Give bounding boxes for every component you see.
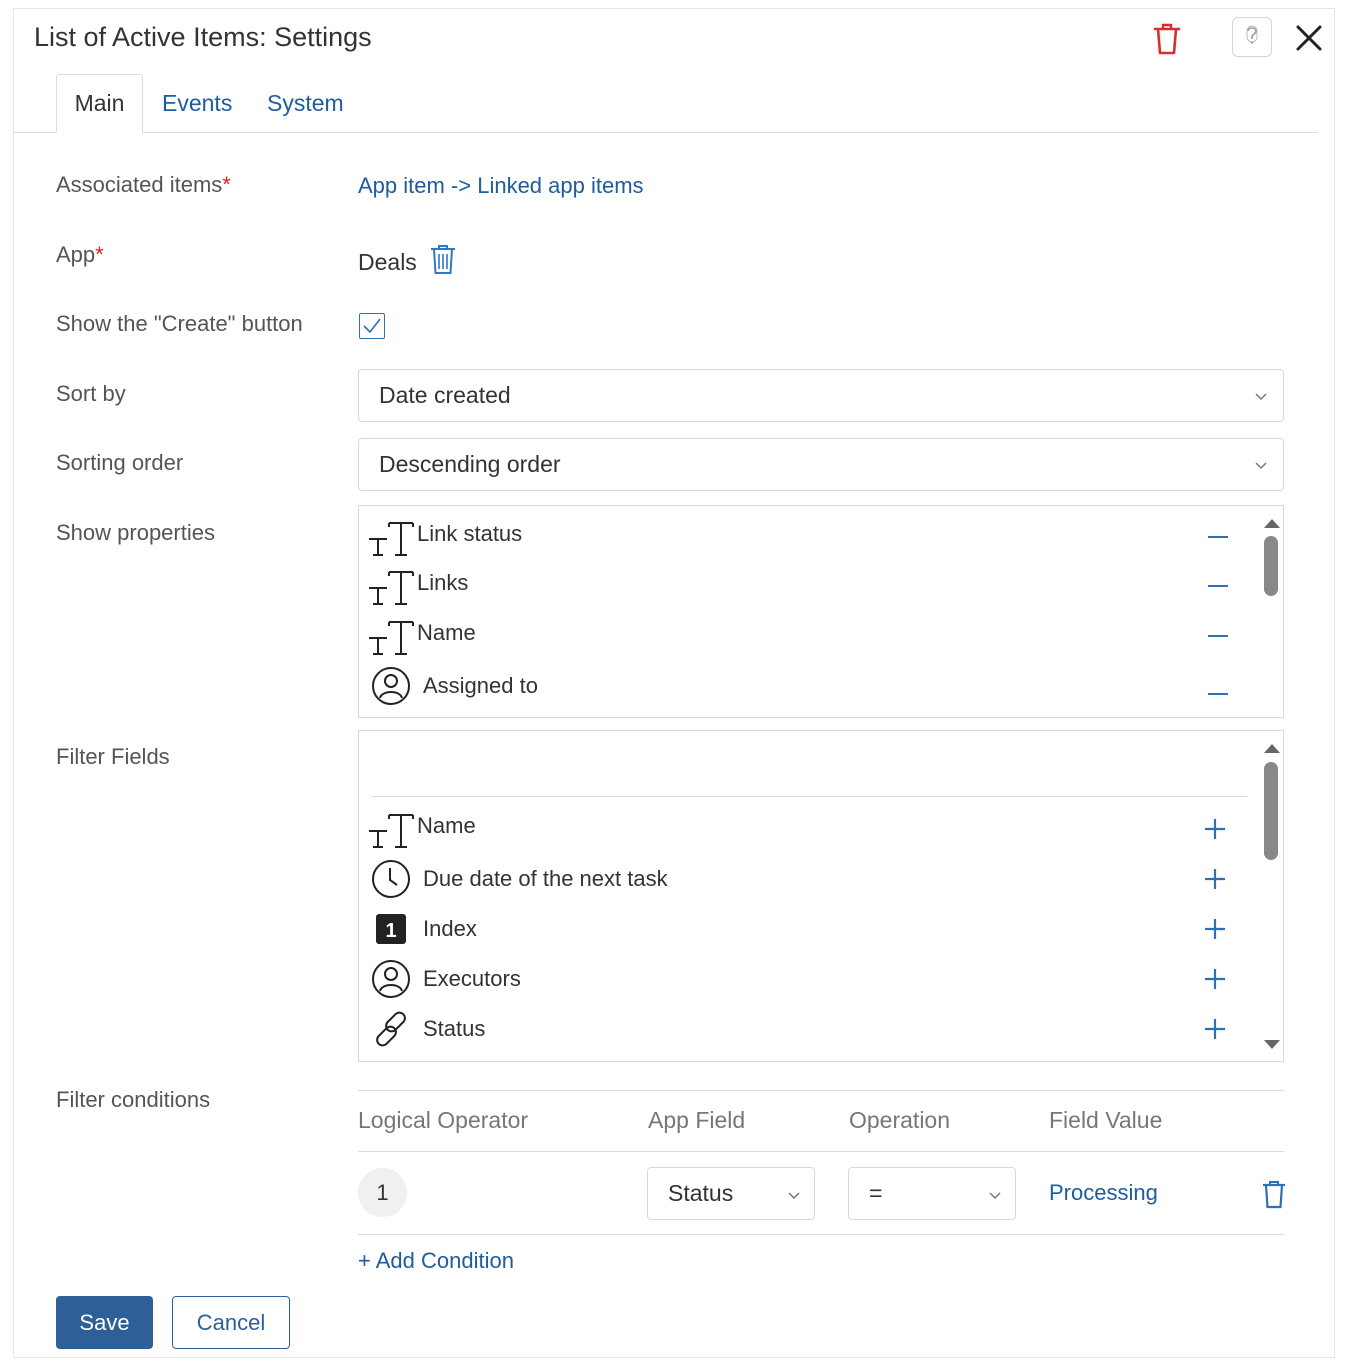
show-create-label: Show the "Create" button xyxy=(56,311,303,336)
remove-icon[interactable] xyxy=(1205,673,1231,699)
list-item: Link status xyxy=(359,514,1239,560)
list-item: Due date of the next task xyxy=(359,856,1239,902)
scroll-up-icon[interactable] xyxy=(1263,516,1281,528)
add-condition-link[interactable]: + Add Condition xyxy=(358,1248,514,1274)
column-header: App Field xyxy=(648,1107,746,1133)
remove-icon[interactable] xyxy=(1205,524,1231,550)
app-name[interactable]: Deals xyxy=(358,249,417,276)
text-type-icon xyxy=(367,808,415,850)
chevron-down-icon xyxy=(1255,462,1267,470)
sorting-order-select[interactable]: Descending order xyxy=(358,438,1284,491)
column-header: Logical Operator xyxy=(358,1107,529,1133)
list-item: Name xyxy=(359,613,1239,659)
add-icon[interactable] xyxy=(1202,916,1228,942)
divider xyxy=(358,1090,1284,1091)
add-icon[interactable] xyxy=(1202,1016,1228,1042)
settings-dialog: List of Active Items: Settings Main Even… xyxy=(13,8,1335,1358)
associated-items-link[interactable]: App item -> Linked app items xyxy=(358,173,644,199)
help-button[interactable] xyxy=(1232,17,1272,57)
filter-fields-list[interactable]: Name Due date of the next task 1 Index E… xyxy=(358,730,1284,1062)
question-icon xyxy=(1244,24,1260,51)
tab-system[interactable]: System xyxy=(267,74,344,133)
trash-icon[interactable] xyxy=(1261,1179,1287,1214)
field-value-link[interactable]: Processing xyxy=(1049,1180,1158,1206)
trash-icon[interactable] xyxy=(1152,22,1182,56)
chevron-down-icon xyxy=(788,1192,800,1200)
chevron-down-icon xyxy=(989,1192,1001,1200)
close-icon[interactable] xyxy=(1294,23,1324,53)
text-type-icon xyxy=(367,516,415,558)
number-icon: 1 xyxy=(367,908,415,950)
divider xyxy=(358,1234,1284,1235)
scroll-down-icon[interactable] xyxy=(1263,1038,1281,1050)
user-icon xyxy=(367,958,415,1000)
sort-by-value: Date created xyxy=(379,382,511,408)
show-properties-list[interactable]: Link status Links Name Assigned to xyxy=(358,505,1284,718)
tab-events[interactable]: Events xyxy=(162,74,232,133)
text-type-icon xyxy=(367,565,415,607)
add-icon[interactable] xyxy=(1202,966,1228,992)
filter-fields-label: Filter Fields xyxy=(56,744,170,769)
tab-main[interactable]: Main xyxy=(56,74,143,133)
column-header: Field Value xyxy=(1049,1107,1163,1133)
user-icon xyxy=(367,665,415,707)
show-create-checkbox[interactable] xyxy=(359,313,385,339)
sorting-order-value: Descending order xyxy=(379,451,561,477)
divider xyxy=(371,796,1247,797)
list-item: Status xyxy=(359,1006,1239,1052)
list-item: Executors xyxy=(359,956,1239,1002)
remove-icon[interactable] xyxy=(1205,573,1231,599)
scrollbar-thumb[interactable] xyxy=(1264,536,1278,596)
divider xyxy=(358,1151,1284,1152)
condition-index: 1 xyxy=(358,1168,407,1217)
number-icon-glyph: 1 xyxy=(385,920,396,942)
filter-conditions-label: Filter conditions xyxy=(56,1087,211,1112)
list-item: Name xyxy=(359,806,1239,852)
add-icon[interactable] xyxy=(1202,866,1228,892)
column-header: Operation xyxy=(849,1107,951,1133)
cancel-button[interactable]: Cancel xyxy=(172,1296,290,1349)
sort-by-label: Sort by xyxy=(56,381,126,406)
check-icon xyxy=(363,318,381,334)
operation-select[interactable]: = xyxy=(848,1167,1016,1220)
sort-by-select[interactable]: Date created xyxy=(358,369,1284,422)
list-item: Links xyxy=(359,563,1239,609)
text-type-icon xyxy=(367,615,415,657)
chevron-down-icon xyxy=(1255,393,1267,401)
clock-icon xyxy=(367,858,415,900)
remove-icon[interactable] xyxy=(1205,623,1231,649)
add-icon[interactable] xyxy=(1202,816,1228,842)
dialog-title: List of Active Items: Settings xyxy=(34,22,372,52)
list-item: Assigned to xyxy=(359,663,1239,709)
associated-items-label: Associated items* xyxy=(56,172,231,197)
app-label: App* xyxy=(56,242,104,267)
scrollbar-thumb[interactable] xyxy=(1264,762,1278,860)
save-button[interactable]: Save xyxy=(56,1296,153,1349)
sorting-order-label: Sorting order xyxy=(56,450,184,475)
app-value: Deals xyxy=(358,243,457,281)
scroll-up-icon[interactable] xyxy=(1263,741,1281,753)
trash-icon[interactable] xyxy=(417,243,457,281)
list-item: 1 Index xyxy=(359,906,1239,952)
show-properties-label: Show properties xyxy=(56,520,215,545)
app-field-select[interactable]: Status xyxy=(647,1167,815,1220)
link-icon xyxy=(367,1008,415,1050)
